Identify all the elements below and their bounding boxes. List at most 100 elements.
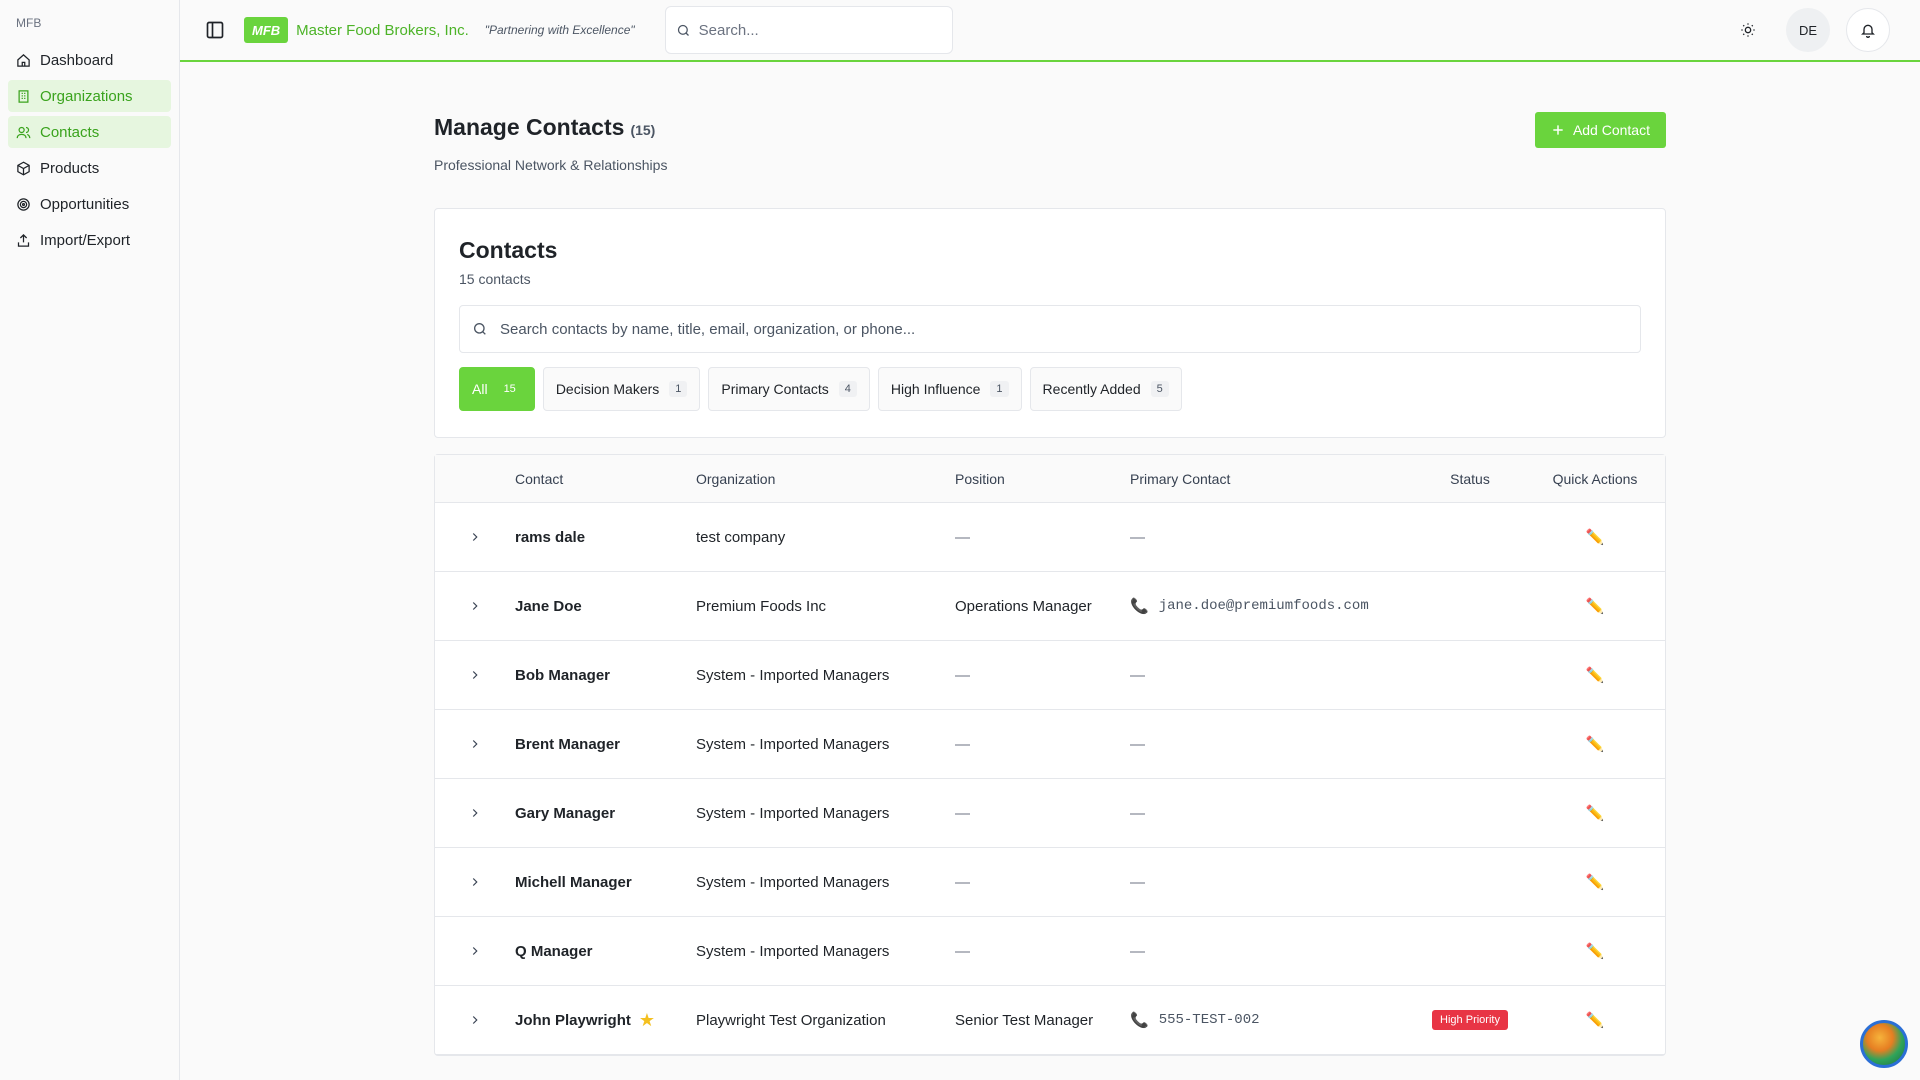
- filter-recently-added[interactable]: Recently Added 5: [1029, 367, 1182, 411]
- chevron-right-icon[interactable]: [465, 734, 485, 754]
- primary-contact-cell: 📞 jane.doe@premiumfoods.com: [1130, 597, 1415, 615]
- search-icon: [677, 24, 689, 36]
- table-row[interactable]: Michell Manager System - Imported Manager…: [435, 848, 1665, 917]
- contact-name[interactable]: Gary Manager: [515, 805, 615, 822]
- table-row[interactable]: Bob Manager System - Imported Managers — — ✏…: [435, 641, 1665, 710]
- filter-primary-contacts[interactable]: Primary Contacts 4: [708, 367, 870, 411]
- edit-icon[interactable]: ✏️: [1586, 666, 1605, 684]
- edit-icon[interactable]: ✏️: [1586, 1011, 1605, 1029]
- quick-actions-cell: ✏️: [1525, 666, 1665, 684]
- table-row[interactable]: rams dale test company — — ✏️: [435, 503, 1665, 572]
- primary-contact-value: —: [1130, 804, 1145, 822]
- contacts-search-input[interactable]: [500, 320, 1600, 338]
- organization-cell: System - Imported Managers: [696, 735, 890, 753]
- sidebar-item-contacts[interactable]: Contacts: [8, 116, 171, 148]
- page-header: Manage Contacts (15) Professional Network…: [434, 62, 1666, 208]
- primary-contact-cell: —: [1130, 874, 1415, 891]
- filter-count: 4: [838, 381, 857, 397]
- chevron-right-icon[interactable]: [465, 872, 485, 892]
- page-subtitle: Professional Network & Relationships: [434, 157, 668, 173]
- organization-cell: System - Imported Managers: [696, 873, 890, 891]
- chevron-right-icon[interactable]: [465, 527, 485, 547]
- chevron-right-icon[interactable]: [465, 941, 485, 961]
- quick-actions-cell: ✏️: [1525, 597, 1665, 615]
- add-contact-label: Add Contact: [1572, 122, 1650, 138]
- sidebar-brand: MFB: [16, 16, 42, 30]
- contacts-count: 15 contacts: [459, 271, 531, 287]
- sidebar-item-organizations[interactable]: Organizations: [8, 80, 171, 112]
- sidebar-item-products[interactable]: Products: [8, 152, 171, 184]
- theme-toggle-button[interactable]: [1726, 8, 1770, 52]
- quick-actions-cell: ✏️: [1525, 942, 1665, 960]
- edit-icon[interactable]: ✏️: [1586, 873, 1605, 891]
- filter-decision-makers[interactable]: Decision Makers 1: [542, 367, 701, 411]
- sidebar-item-label: Import/Export: [40, 231, 131, 249]
- table-row[interactable]: Brent Manager System - Imported Managers —…: [435, 710, 1665, 779]
- contact-name[interactable]: Michell Manager: [515, 874, 632, 891]
- contact-name[interactable]: rams dale: [515, 529, 585, 546]
- user-avatar[interactable]: DE: [1786, 8, 1830, 52]
- expand-cell: [435, 665, 515, 685]
- table-header: Contact Organization Position Primary Co…: [435, 455, 1665, 503]
- contacts-card: Contacts 15 contacts All15 Decision Make…: [434, 208, 1666, 438]
- page-title: Manage Contacts (15): [434, 114, 655, 141]
- contact-name[interactable]: Brent Manager: [515, 736, 620, 753]
- chevron-right-icon[interactable]: [465, 803, 485, 823]
- contact-name[interactable]: John Playwright: [515, 1012, 631, 1029]
- table-row[interactable]: Gary Manager System - Imported Managers — —…: [435, 779, 1665, 848]
- tagline: "Partnering with Excellence": [484, 23, 635, 37]
- table-row[interactable]: Jane Doe Premium Foods Inc Operations Mana…: [435, 572, 1665, 641]
- expand-cell: [435, 734, 515, 754]
- global-search-input[interactable]: [698, 21, 939, 39]
- sidebar-item-label: Contacts: [40, 123, 100, 141]
- position-cell: —: [955, 666, 970, 684]
- primary-contact-cell: —: [1130, 667, 1415, 684]
- phone-icon: 📞: [1130, 1012, 1149, 1029]
- target-icon: [17, 197, 30, 211]
- edit-icon[interactable]: ✏️: [1586, 735, 1605, 753]
- expand-cell: [435, 596, 515, 616]
- package-icon: [17, 161, 30, 175]
- sidebar-item-import-export[interactable]: Import/Export: [8, 224, 171, 256]
- add-contact-button[interactable]: Add Contact: [1534, 112, 1666, 148]
- contact-name[interactable]: Q Manager: [515, 943, 593, 960]
- organization-cell: System - Imported Managers: [696, 804, 890, 822]
- table-row[interactable]: Q Manager System - Imported Managers — — ✏️: [435, 917, 1665, 986]
- notifications-button[interactable]: [1846, 8, 1890, 52]
- edit-icon[interactable]: ✏️: [1586, 804, 1605, 822]
- primary-contact-value: —: [1130, 528, 1145, 546]
- logo[interactable]: MFB: [244, 17, 289, 43]
- chevron-right-icon[interactable]: [465, 1010, 485, 1030]
- quick-actions-cell: ✏️: [1525, 804, 1665, 822]
- edit-icon[interactable]: ✏️: [1586, 597, 1605, 615]
- contact-name-cell: John Playwright ★: [515, 1010, 696, 1031]
- primary-contact-cell: —: [1130, 805, 1415, 822]
- contact-name-cell: Bob Manager: [515, 667, 696, 684]
- contact-name[interactable]: Jane Doe: [515, 598, 582, 615]
- header-actions: DE: [1726, 8, 1890, 52]
- filter-count: 1: [990, 381, 1009, 397]
- filter-label: High Influence: [890, 381, 981, 397]
- contact-name[interactable]: Bob Manager: [515, 667, 610, 684]
- filter-all[interactable]: All 15: [459, 367, 535, 411]
- filter-high-influence[interactable]: High Influence 1: [877, 367, 1022, 411]
- sidebar-toggle-button[interactable]: [200, 15, 230, 45]
- assistant-avatar-button[interactable]: [1860, 1020, 1908, 1068]
- chevron-right-icon[interactable]: [465, 665, 485, 685]
- header-position[interactable]: Position: [955, 471, 1130, 487]
- header-contact[interactable]: Contact: [515, 471, 696, 487]
- sidebar-item-opportunities[interactable]: Opportunities: [8, 188, 171, 220]
- header-organization[interactable]: Organization: [696, 471, 955, 487]
- upload-icon: [17, 233, 30, 247]
- table-body: rams dale test company — — ✏️ Jane Doe Premium…: [435, 503, 1665, 1055]
- primary-contact-value: —: [1130, 735, 1145, 753]
- status-badge: High Priority: [1432, 1010, 1508, 1030]
- table-row[interactable]: John Playwright ★ Playwright Test Organiza…: [435, 986, 1665, 1055]
- primary-contact-value: —: [1130, 873, 1145, 891]
- main-content: Manage Contacts (15) Professional Network…: [434, 62, 1666, 1056]
- edit-icon[interactable]: ✏️: [1586, 942, 1605, 960]
- sidebar-item-dashboard[interactable]: Dashboard: [8, 44, 171, 76]
- chevron-right-icon[interactable]: [465, 596, 485, 616]
- edit-icon[interactable]: ✏️: [1586, 528, 1605, 546]
- quick-actions-cell: ✏️: [1525, 873, 1665, 891]
